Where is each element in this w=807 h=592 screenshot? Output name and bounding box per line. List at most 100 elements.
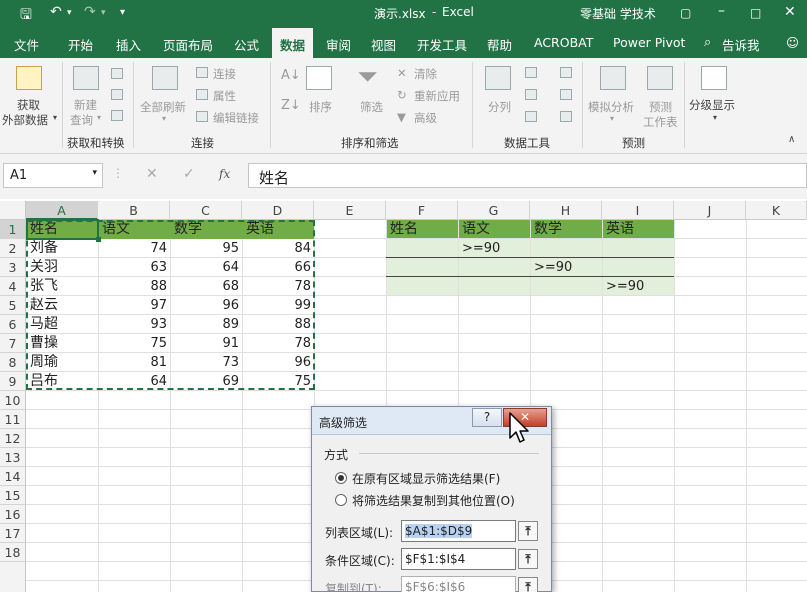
copy-to-collapse-button[interactable]: ⤒ bbox=[518, 577, 538, 592]
row-header-8[interactable]: 8 bbox=[0, 353, 26, 372]
what-if-dropdown-icon[interactable]: ▾ bbox=[610, 114, 614, 123]
refresh-dropdown-icon[interactable]: ▾ bbox=[162, 114, 166, 123]
column-header-d[interactable]: D bbox=[242, 201, 314, 220]
clear-filter-icon[interactable]: ✕ bbox=[397, 66, 407, 80]
column-header-b[interactable]: B bbox=[98, 201, 170, 220]
edit-links-label[interactable]: 编辑链接 bbox=[213, 110, 259, 126]
cell-i1[interactable]: 英语 bbox=[603, 220, 674, 239]
row-header-11[interactable]: 11 bbox=[0, 410, 26, 429]
insert-function-icon[interactable]: fx bbox=[219, 167, 230, 181]
name-box-dropdown-icon[interactable]: ▾ bbox=[92, 168, 97, 178]
new-query-dropdown-icon[interactable]: ▾ bbox=[97, 113, 101, 122]
collapse-ribbon-icon[interactable]: ∧ bbox=[788, 134, 795, 145]
option-copy-to-label[interactable]: 将筛选结果复制到其他位置(O) bbox=[352, 492, 515, 509]
row-header-9[interactable]: 9 bbox=[0, 372, 26, 391]
cell-h1[interactable]: 数学 bbox=[531, 220, 602, 239]
tell-me[interactable]: 告诉我 bbox=[722, 35, 760, 54]
forecast-label-1[interactable]: 预测 bbox=[649, 99, 672, 115]
get-data-dropdown-icon[interactable]: ▾ bbox=[53, 113, 57, 122]
from-table-icon[interactable] bbox=[111, 89, 123, 100]
new-query-label-2[interactable]: 查询 bbox=[70, 112, 93, 128]
search-icon[interactable]: ⌕ bbox=[704, 35, 711, 50]
sort-label[interactable]: 排序 bbox=[309, 99, 332, 115]
column-header-k[interactable]: K bbox=[746, 201, 807, 220]
what-if-icon[interactable] bbox=[600, 66, 626, 90]
help-button[interactable]: ? bbox=[472, 408, 502, 427]
refresh-all-icon[interactable] bbox=[152, 66, 178, 90]
sort-ascending-icon[interactable]: A↓ bbox=[281, 68, 301, 83]
forecast-label-2[interactable]: 工作表 bbox=[643, 114, 678, 130]
reapply-label[interactable]: 重新应用 bbox=[414, 88, 460, 104]
ribbon-display-icon[interactable]: ▢ bbox=[680, 6, 691, 20]
advanced-label[interactable]: 高级 bbox=[414, 110, 437, 126]
list-range-input[interactable]: $A$1:$D$9 bbox=[401, 520, 516, 542]
recent-sources-icon[interactable] bbox=[111, 110, 123, 121]
save-icon[interactable]: 🖫 bbox=[20, 4, 32, 28]
row-header-13[interactable]: 13 bbox=[0, 448, 26, 467]
outline-label[interactable]: 分级显示 bbox=[689, 97, 735, 113]
tab-file[interactable]: 文件 bbox=[14, 35, 39, 54]
row-header-16[interactable]: 16 bbox=[0, 505, 26, 524]
column-header-f[interactable]: F bbox=[386, 201, 458, 220]
what-if-label[interactable]: 模拟分析 bbox=[588, 99, 634, 115]
tab-power-pivot[interactable]: Power Pivot bbox=[613, 35, 685, 50]
column-header-a[interactable]: A bbox=[26, 201, 98, 220]
remove-duplicates-icon[interactable] bbox=[525, 89, 537, 100]
tab-data[interactable]: 数据 bbox=[272, 28, 314, 58]
tab-page-layout[interactable]: 页面布局 bbox=[163, 35, 213, 54]
criteria-range-collapse-button[interactable]: ⤒ bbox=[518, 549, 538, 569]
radio-copy-to-location[interactable] bbox=[335, 494, 347, 506]
advanced-filter-icon[interactable]: ▼ bbox=[397, 110, 406, 124]
properties-label[interactable]: 属性 bbox=[213, 88, 236, 104]
properties-icon[interactable] bbox=[196, 89, 208, 100]
get-data-label-1[interactable]: 获取 bbox=[17, 97, 40, 113]
row-header-6[interactable]: 6 bbox=[0, 315, 26, 334]
row-header-18[interactable]: 18 bbox=[0, 543, 26, 562]
relationships-icon[interactable] bbox=[560, 89, 572, 100]
name-box[interactable]: A1 ▾ bbox=[3, 163, 103, 188]
share-icon[interactable]: ☺ bbox=[786, 35, 799, 50]
new-query-label-1[interactable]: 新建 bbox=[74, 97, 97, 113]
undo-dropdown-icon[interactable]: ▾ bbox=[67, 8, 72, 18]
tab-developer[interactable]: 开发工具 bbox=[417, 35, 467, 54]
column-header-j[interactable]: J bbox=[674, 201, 746, 220]
criteria-range-input[interactable]: $F$1:$I$4 bbox=[401, 548, 516, 570]
row-header-12[interactable]: 12 bbox=[0, 429, 26, 448]
maximize-icon[interactable]: □ bbox=[750, 6, 761, 20]
cell-g2[interactable]: >=90 bbox=[459, 239, 530, 258]
new-query-icon[interactable] bbox=[73, 66, 99, 90]
customize-toolbar-icon[interactable]: ▾ bbox=[120, 7, 125, 18]
column-header-c[interactable]: C bbox=[170, 201, 242, 220]
consolidate-icon[interactable] bbox=[560, 67, 572, 78]
minimize-icon[interactable]: – bbox=[718, 3, 725, 19]
tab-help[interactable]: 帮助 bbox=[487, 35, 512, 54]
cell-i4[interactable]: >=90 bbox=[603, 277, 674, 296]
row-header-2[interactable]: 2 bbox=[0, 239, 26, 258]
tab-formulas[interactable]: 公式 bbox=[234, 35, 259, 54]
tab-acrobat[interactable]: ACROBAT bbox=[534, 35, 593, 50]
redo-icon[interactable]: ↷ bbox=[84, 4, 96, 20]
outline-icon[interactable] bbox=[701, 66, 727, 90]
row-header-1[interactable]: 1 bbox=[0, 220, 26, 239]
copy-to-input[interactable]: $F$6:$I$6 bbox=[401, 576, 516, 592]
option-filter-in-place-label[interactable]: 在原有区域显示筛选结果(F) bbox=[352, 470, 500, 487]
row-header-10[interactable]: 10 bbox=[0, 391, 26, 410]
sort-descending-icon[interactable]: Z↓ bbox=[281, 98, 301, 113]
cancel-icon[interactable]: ✕ bbox=[146, 166, 158, 182]
row-header-17[interactable]: 17 bbox=[0, 524, 26, 543]
formula-input[interactable]: 姓名 bbox=[248, 163, 807, 188]
column-header-g[interactable]: G bbox=[458, 201, 530, 220]
row-header-3[interactable]: 3 bbox=[0, 258, 26, 277]
manage-data-model-icon[interactable] bbox=[560, 111, 572, 122]
get-data-label-2[interactable]: 外部数据 bbox=[2, 112, 48, 128]
cell-f1[interactable]: 姓名 bbox=[387, 220, 458, 239]
row-header-7[interactable]: 7 bbox=[0, 334, 26, 353]
reapply-icon[interactable]: ↻ bbox=[397, 88, 407, 102]
row-header-4[interactable]: 4 bbox=[0, 277, 26, 296]
row-header-14[interactable]: 14 bbox=[0, 467, 26, 486]
cell-h3[interactable]: >=90 bbox=[531, 258, 602, 277]
column-header-e[interactable]: E bbox=[314, 201, 386, 220]
redo-dropdown-icon[interactable]: ▾ bbox=[101, 8, 106, 18]
close-icon[interactable]: ✕ bbox=[784, 4, 796, 20]
refresh-all-label[interactable]: 全部刷新 bbox=[140, 99, 186, 115]
